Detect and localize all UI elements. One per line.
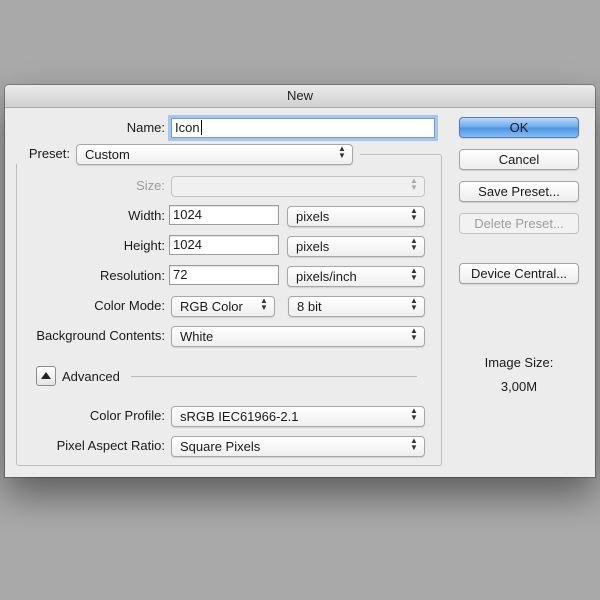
up-down-arrows-icon: ▲ ▼ <box>338 144 346 160</box>
width-unit-value: pixels <box>296 209 330 224</box>
up-down-arrows-icon: ▲ ▼ <box>410 176 418 192</box>
height-unit-select[interactable]: pixels ▲ ▼ <box>287 236 425 257</box>
color-mode-value: RGB Color <box>180 299 243 314</box>
up-down-arrows-icon: ▲ ▼ <box>410 296 418 312</box>
delete-preset-button[interactable]: Delete Preset... <box>459 213 579 234</box>
pixel-aspect-ratio-select[interactable]: Square Pixels ▲ ▼ <box>171 436 425 457</box>
size-label: Size: <box>136 178 165 193</box>
width-field[interactable]: 1024 <box>169 205 279 225</box>
ok-button[interactable]: OK <box>459 117 579 138</box>
height-field[interactable]: 1024 <box>169 235 279 255</box>
save-preset-button[interactable]: Save Preset... <box>459 181 579 202</box>
color-profile-label: Color Profile: <box>89 408 165 423</box>
resolution-unit-select[interactable]: pixels/inch ▲ ▼ <box>287 266 425 287</box>
disclosure-triangle-icon <box>41 372 51 379</box>
up-down-arrows-icon: ▲ ▼ <box>410 326 418 342</box>
image-size-value: 3,00M <box>500 379 538 394</box>
height-unit-value: pixels <box>296 239 330 254</box>
up-down-arrows-icon: ▲ ▼ <box>410 206 418 222</box>
color-mode-label: Color Mode: <box>94 298 165 313</box>
pixel-aspect-ratio-value: Square Pixels <box>180 439 261 454</box>
name-field[interactable]: Icon <box>171 118 435 138</box>
advanced-separator <box>131 376 417 377</box>
up-down-arrows-icon: ▲ ▼ <box>260 296 268 312</box>
resolution-field[interactable]: 72 <box>169 265 279 285</box>
up-down-arrows-icon: ▲ ▼ <box>410 236 418 252</box>
up-down-arrows-icon: ▲ ▼ <box>410 436 418 452</box>
image-size-label: Image Size: <box>484 355 554 370</box>
preset-label: Preset: <box>28 146 70 161</box>
resolution-unit-value: pixels/inch <box>296 269 357 284</box>
height-label: Height: <box>123 238 165 253</box>
window-title: New <box>5 85 595 108</box>
background-contents-label: Background Contents: <box>36 328 165 343</box>
preset-select[interactable]: Custom ▲ ▼ <box>76 144 353 165</box>
up-down-arrows-icon: ▲ ▼ <box>410 406 418 422</box>
name-value: Icon <box>175 120 200 135</box>
bit-depth-value: 8 bit <box>297 299 322 314</box>
cancel-button[interactable]: Cancel <box>459 149 579 170</box>
bit-depth-select[interactable]: 8 bit ▲ ▼ <box>288 296 425 317</box>
preset-value: Custom <box>85 147 130 162</box>
background-contents-select[interactable]: White ▲ ▼ <box>171 326 425 347</box>
width-unit-select[interactable]: pixels ▲ ▼ <box>287 206 425 227</box>
new-document-dialog: New Name: Icon Preset: Custom ▲ ▼ Size: ▲… <box>5 85 595 477</box>
text-cursor <box>200 120 202 135</box>
resolution-label: Resolution: <box>99 268 165 283</box>
background-contents-value: White <box>180 329 214 344</box>
color-profile-value: sRGB IEC61966-2.1 <box>180 409 299 424</box>
color-profile-select[interactable]: sRGB IEC61966-2.1 ▲ ▼ <box>171 406 425 427</box>
advanced-disclosure-button[interactable] <box>36 366 56 386</box>
color-mode-select[interactable]: RGB Color ▲ ▼ <box>171 296 275 317</box>
name-label: Name: <box>126 120 165 135</box>
size-select[interactable]: ▲ ▼ <box>171 176 425 197</box>
device-central-button[interactable]: Device Central... <box>459 263 579 284</box>
advanced-label: Advanced <box>62 369 120 384</box>
width-label: Width: <box>128 208 165 223</box>
pixel-aspect-ratio-label: Pixel Aspect Ratio: <box>56 438 165 453</box>
up-down-arrows-icon: ▲ ▼ <box>410 266 418 282</box>
